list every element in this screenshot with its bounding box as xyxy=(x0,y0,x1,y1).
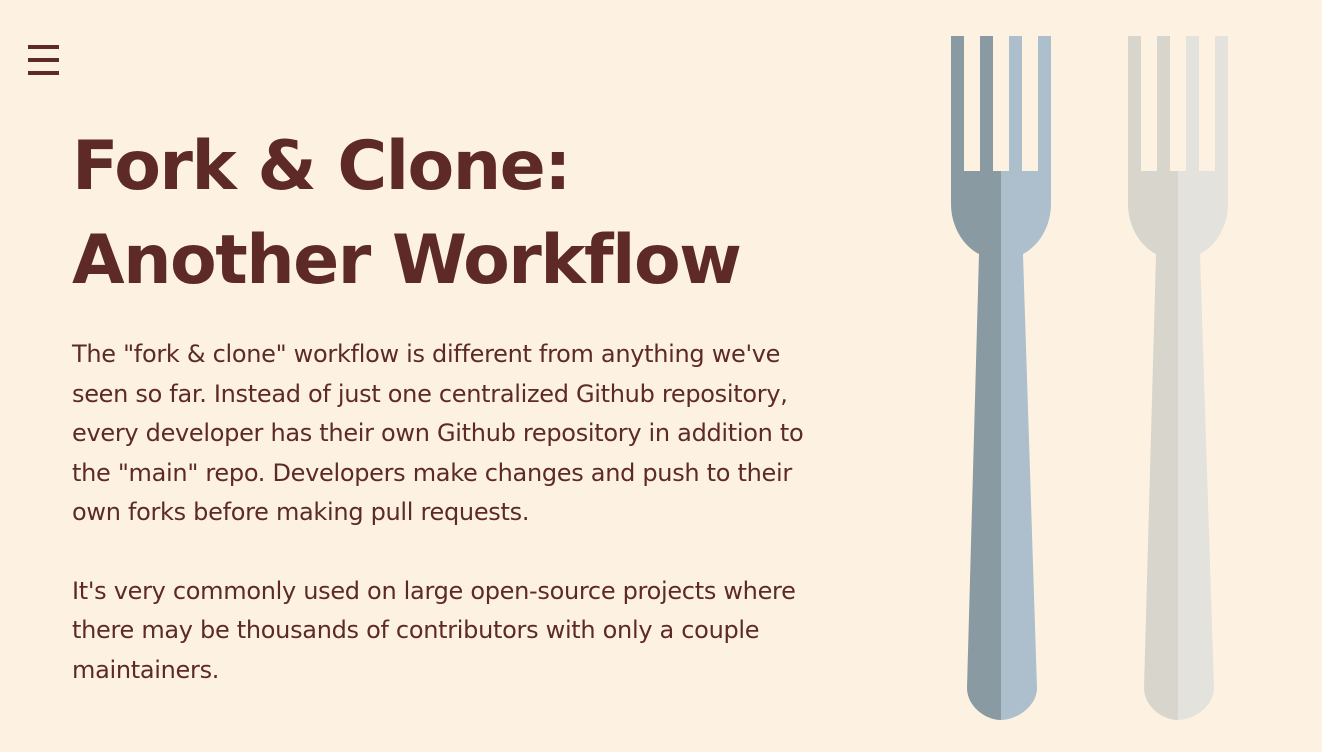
fork-icon xyxy=(1128,36,1228,720)
fork-illustration xyxy=(945,36,1235,722)
hamburger-menu-button[interactable] xyxy=(27,44,61,78)
slide-title-line-1: Fork & Clone: xyxy=(72,127,571,206)
slide-paragraph-1: The "fork & clone" workflow is different… xyxy=(72,340,804,526)
slide-content: Fork & Clone: Another Workflow The "fork… xyxy=(72,120,852,690)
hamburger-menu-icon-bar xyxy=(28,71,59,75)
slide-paragraph-2: It's very commonly used on large open-so… xyxy=(72,576,796,684)
hamburger-menu-icon-bar xyxy=(28,58,59,62)
fork-icon xyxy=(951,36,1051,720)
slide-title-line-2: Another Workflow xyxy=(72,221,742,300)
hamburger-menu-icon xyxy=(28,45,59,49)
slide-title: Fork & Clone: Another Workflow xyxy=(72,120,852,308)
